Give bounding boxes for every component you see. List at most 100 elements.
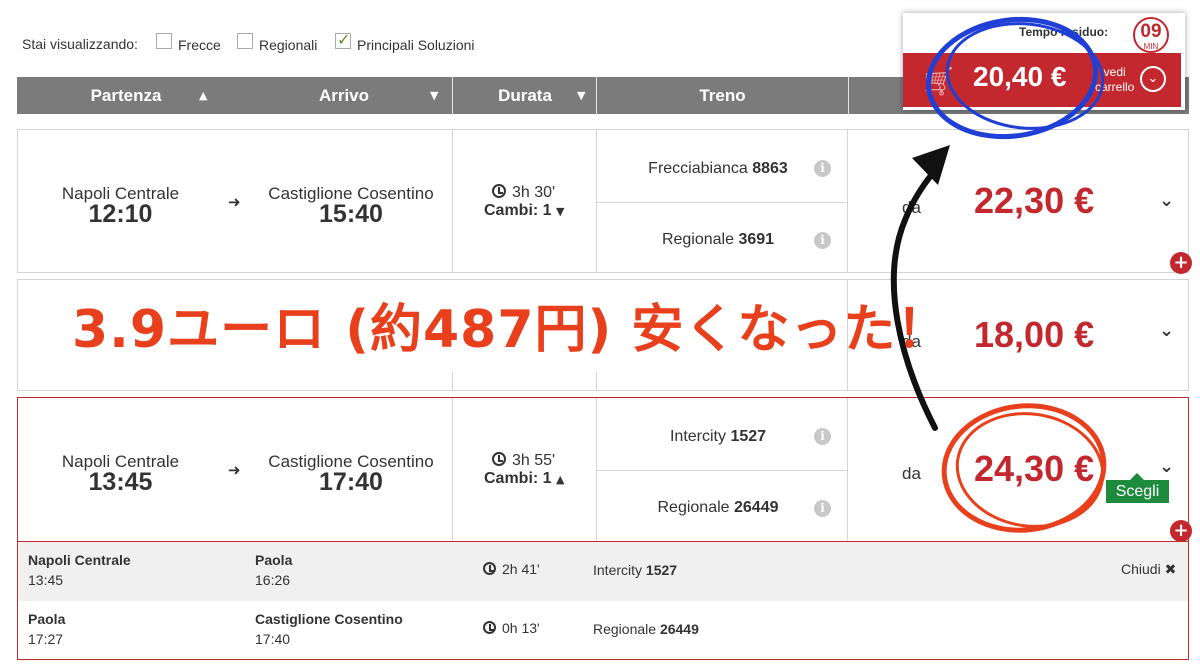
price-prefix: da [902, 198, 921, 217]
leg-train-number: 26449 [659, 621, 699, 637]
leg-train: Intercity 1527 [593, 562, 677, 578]
filter-label: Stai visualizzando: [22, 36, 138, 52]
info-icon[interactable]: i [814, 160, 831, 177]
duration: 3h 30' [492, 184, 555, 202]
leg-from-station: Paola [28, 611, 66, 627]
leg-detail-row: Paola 17:27 Castiglione Cosentino 17:40 … [17, 601, 1189, 660]
cell-divider [847, 398, 848, 541]
leg-detail-row: Napoli Centrale 13:45 Paola 16:26 2h 41'… [17, 542, 1189, 601]
leg-duration: 2h 41' [483, 561, 540, 577]
train-type: Regionale [661, 231, 734, 248]
solution-row[interactable]: Napoli Centrale 12:10 ➜ Castiglione Cose… [17, 129, 1192, 274]
chevron-down-icon: ▼ [556, 205, 565, 218]
leg-to-station: Paola [255, 552, 293, 568]
column-durata[interactable]: Durata [453, 77, 597, 114]
leg-from-station: Napoli Centrale [28, 552, 131, 568]
train-number: 26449 [734, 499, 779, 516]
add-icon[interactable]: + [1170, 252, 1192, 274]
view-cart-line2: carrello [1095, 80, 1135, 94]
sort-asc-icon[interactable]: ▲ [199, 89, 207, 102]
timer-value: 09 [1140, 21, 1162, 42]
savings-annotation: 3.9ユーロ (約487円) 安くなった！ [72, 300, 950, 360]
cell-divider [452, 372, 453, 390]
changes[interactable]: Cambi: 1 ▲ [484, 470, 565, 488]
arrival-time: 17:40 [319, 468, 383, 496]
close-icon: ✖ [1164, 562, 1177, 578]
cell-divider [596, 130, 597, 272]
train-type: Frecciabianca [648, 160, 748, 177]
cell-divider [596, 372, 597, 390]
column-treno[interactable]: Treno [597, 77, 848, 114]
column-arrivo-label: Arrivo [318, 85, 370, 105]
leg-duration-value: 0h 13' [502, 620, 540, 636]
train-number: 1527 [730, 428, 767, 445]
add-icon[interactable]: + [1170, 520, 1192, 542]
cart-icon: 🛒︎ [921, 65, 957, 98]
right-arrow-icon: ➜ [228, 193, 241, 211]
sort-desc-icon[interactable]: ▼ [577, 89, 585, 102]
train-type: Intercity [669, 428, 726, 445]
price-prefix: da [902, 464, 921, 483]
duration: 3h 55' [492, 452, 555, 470]
filter-principali-checkbox[interactable] [335, 30, 351, 49]
train-divider [596, 202, 847, 203]
filter-bar: Stai visualizzando: Frecce Regionali Pri… [0, 0, 900, 76]
expand-chevron-icon[interactable]: ⌄ [1159, 190, 1174, 211]
right-arrow-icon: ➜ [228, 461, 241, 479]
leg-train-type: Intercity [593, 562, 643, 578]
leg-to-station: Castiglione Cosentino [255, 611, 403, 627]
train-number: 3691 [738, 231, 775, 248]
changes[interactable]: Cambi: 1 ▼ [484, 202, 565, 220]
filter-principali-label[interactable]: Principali Soluzioni [357, 37, 475, 53]
column-durata-label: Durata [498, 85, 552, 105]
price: 22,30 € [974, 180, 1095, 221]
changes-label: Cambi: 1 [484, 202, 552, 219]
cart-button[interactable]: 🛒︎ 20,40 € vedi carrello ⌄ [903, 53, 1181, 107]
info-icon[interactable]: i [814, 232, 831, 249]
close-label: Chiudi [1121, 561, 1161, 577]
column-arrivo[interactable]: Arrivo [235, 77, 453, 114]
cell-divider [452, 130, 453, 272]
changes-label: Cambi: 1 [484, 470, 552, 487]
clock-icon [483, 621, 496, 634]
price: 24,30 € [974, 448, 1095, 489]
departure-time: 13:45 [88, 468, 153, 496]
clock-icon [492, 452, 506, 466]
train-1: Frecciabianca 8863 [618, 160, 818, 178]
info-icon[interactable]: i [814, 428, 831, 445]
filter-regionali-checkbox[interactable] [237, 33, 253, 49]
close-details-button[interactable]: Chiudi ✖ [1121, 561, 1176, 578]
leg-duration: 0h 13' [483, 620, 540, 636]
sort-desc-icon[interactable]: ▼ [430, 89, 438, 102]
train-2: Regionale 3691 [618, 231, 818, 249]
timer-unit: MIN [1143, 42, 1159, 51]
view-cart-label[interactable]: vedi carrello [1095, 65, 1134, 95]
chevron-up-icon: ▲ [556, 473, 565, 486]
info-icon[interactable]: i [814, 500, 831, 517]
clock-icon [483, 562, 496, 575]
column-treno-label: Treno [699, 85, 746, 105]
departure-time: 12:10 [88, 200, 153, 228]
cell-divider [452, 398, 453, 541]
leg-train-number: 1527 [645, 562, 678, 578]
cart-total: 20,40 € [973, 61, 1067, 92]
scegli-button[interactable]: Scegli [1106, 473, 1169, 503]
train-divider [596, 470, 847, 471]
leg-duration-value: 2h 41' [502, 561, 540, 577]
cart-panel: Tempo residuo: 09 MIN 🛒︎ 20,40 € vedi car… [903, 13, 1185, 110]
train-2: Regionale 26449 [618, 499, 818, 517]
arrival-time: 15:40 [319, 200, 383, 228]
leg-from-time: 17:27 [28, 631, 64, 647]
filter-frecce-checkbox[interactable] [156, 33, 172, 49]
chevron-down-icon[interactable]: ⌄ [1140, 66, 1166, 92]
header-divider [848, 77, 849, 114]
cell-divider [847, 130, 848, 272]
filter-frecce-label[interactable]: Frecce [178, 37, 221, 53]
leg-to-time: 17:40 [255, 631, 291, 647]
filter-regionali-label[interactable]: Regionali [259, 37, 317, 53]
expand-chevron-icon[interactable]: ⌄ [1159, 320, 1174, 341]
leg-train-type: Regionale [593, 621, 657, 637]
leg-to-time: 16:26 [255, 572, 291, 588]
solution-row-selected[interactable]: Napoli Centrale 13:45 ➜ Castiglione Cose… [17, 397, 1192, 542]
expand-chevron-icon[interactable]: ⌄ [1159, 456, 1174, 477]
